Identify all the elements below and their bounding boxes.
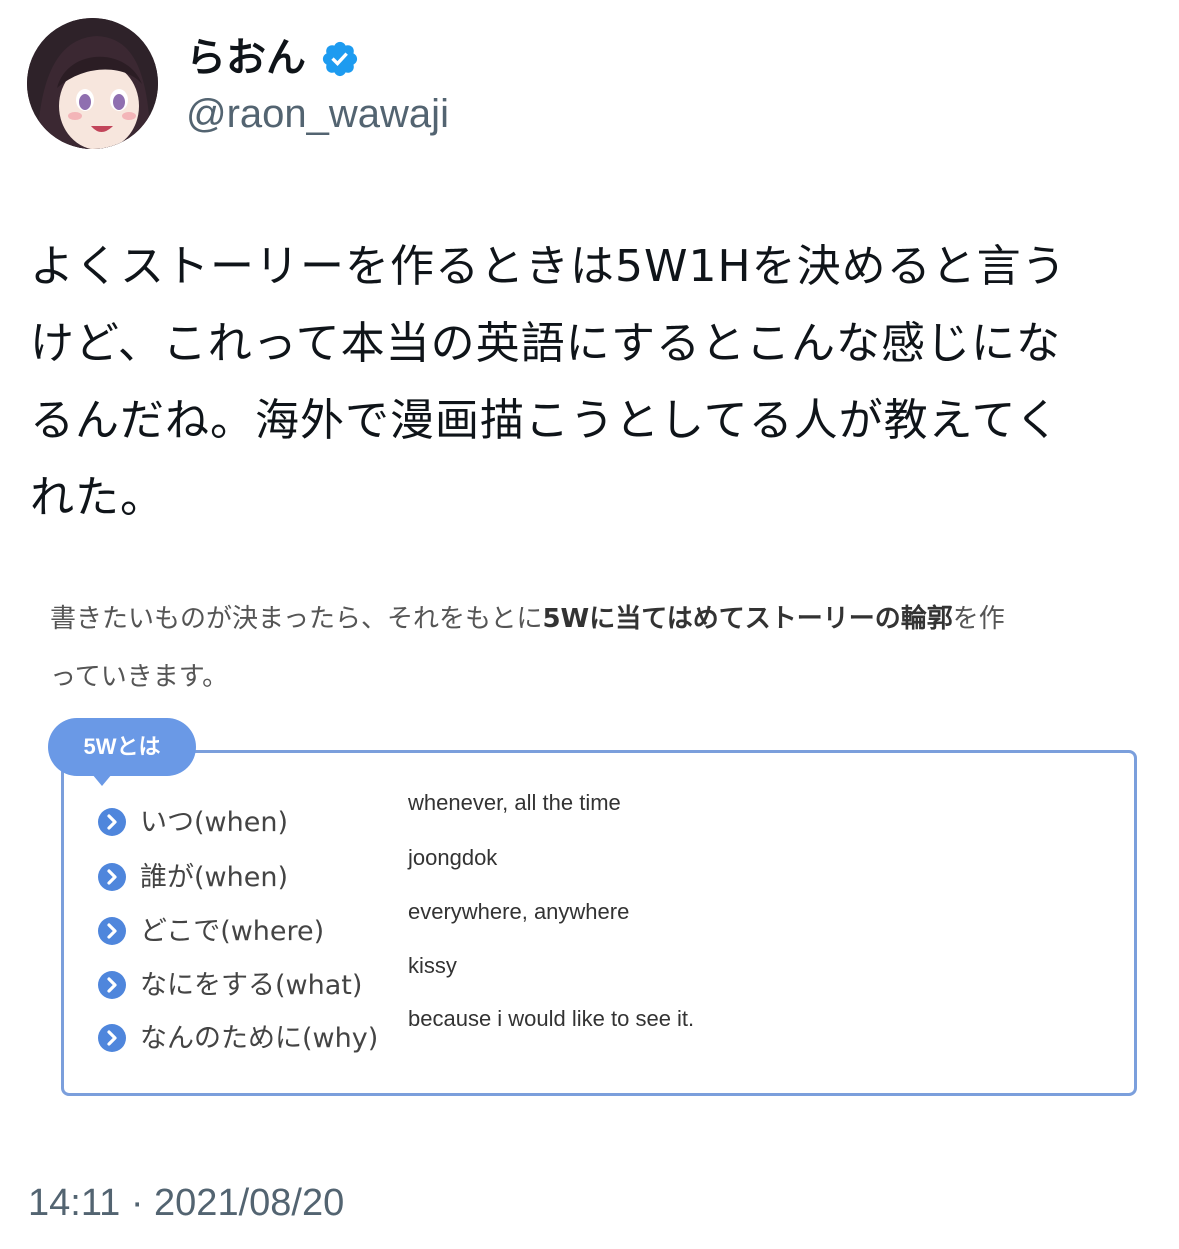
- user-avatar-icon: [27, 18, 158, 149]
- tweet-timestamp[interactable]: 14:11 · 2021/08/20: [28, 1176, 344, 1230]
- row-answer: joongdok: [408, 845, 498, 870]
- row-question: なんのために(why): [140, 1023, 379, 1054]
- row-question: なにをする(what): [140, 970, 363, 1001]
- media-intro-text: 書きたいものが決まったら、それをもとに5Wに当てはめてストーリーの輪郭を作 って…: [50, 590, 1130, 706]
- intro-bold-part: 5Wに当てはめてストーリーの輪郭: [542, 604, 953, 634]
- media-intro-line: っていきます。: [50, 662, 229, 692]
- user-handle[interactable]: @raon_wawaji: [186, 88, 449, 140]
- display-name-text: らおん: [186, 35, 306, 81]
- tweet-text-line: れた。: [30, 472, 165, 523]
- chevron-right-icon: [98, 917, 126, 945]
- row-answer: kissy: [408, 953, 457, 978]
- chevron-right-icon: [98, 808, 126, 836]
- tweet-text: よくストーリーを作るときは5W1Hを決めると言う けど、これって本当の英語にする…: [30, 228, 1150, 536]
- tweet-media-image[interactable]: 書きたいものが決まったら、それをもとに5Wに当てはめてストーリーの輪郭を作 って…: [30, 570, 1150, 1130]
- row-question: 誰が(when): [140, 862, 288, 893]
- media-intro-line: 書きたいものが決まったら、それをもとに5Wに当てはめてストーリーの輪郭を作: [50, 590, 1130, 648]
- tweet-text-line: るんだね。海外で漫画描こうとしてる人が教えてく: [30, 395, 1061, 446]
- verified-badge-icon: [320, 38, 360, 78]
- tweet-text-line: よくストーリーを作るときは5W1Hを決めると言う: [30, 241, 1067, 292]
- chevron-right-icon: [98, 971, 126, 999]
- chevron-right-icon: [98, 1024, 126, 1052]
- row-answer: everywhere, anywhere: [408, 899, 630, 924]
- display-name[interactable]: らおん: [186, 30, 360, 86]
- row-question: どこで(where): [140, 916, 325, 947]
- five-w-label: 5Wとは: [48, 718, 196, 786]
- tweet-text-line: けど、これって本当の英語にするとこんな感じにな: [30, 318, 1062, 369]
- row-answer: whenever, all the time: [408, 790, 621, 815]
- row-answer: because i would like to see it.: [408, 1006, 695, 1031]
- avatar[interactable]: [27, 18, 158, 149]
- chevron-right-icon: [98, 863, 126, 891]
- intro-part: 書きたいものが決まったら、それをもとに: [50, 604, 543, 634]
- row-question: いつ(when): [140, 807, 288, 838]
- intro-part: を作: [952, 604, 1005, 634]
